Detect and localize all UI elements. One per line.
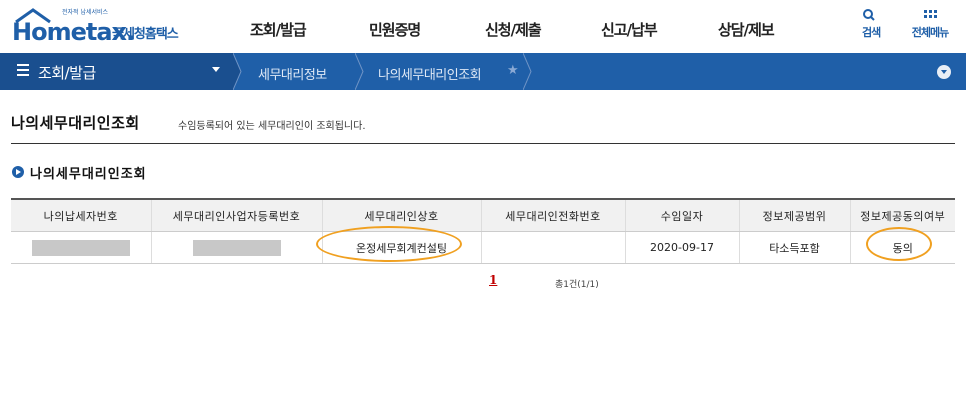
info-scope-cell: 타소득포함 [738, 231, 850, 264]
taxpayer-number-cell [11, 231, 151, 264]
hometax-logo[interactable]: 전자적 납세서비스 Hometax. 국세청홈택스 [10, 6, 200, 46]
hamburger-icon [17, 64, 29, 76]
table-row: 온정세무회계컨설팅 2020-09-17 타소득포함 동의 [11, 231, 955, 264]
column-header: 세무대리인사업자등록번호 [150, 198, 322, 232]
breadcrumb-separator-icon [523, 53, 532, 90]
column-header: 수임일자 [624, 198, 739, 232]
all-menu-button[interactable]: 전체메뉴 [906, 8, 954, 40]
agent-name-highlight [316, 226, 462, 262]
agent-table: 나의납세자번호 세무대리인사업자등록번호 세무대리인상호 세무대리인전화번호 수… [11, 198, 955, 264]
expand-chevron-icon[interactable] [937, 65, 951, 79]
logo-korean-text: 국세청홈택스 [112, 27, 179, 42]
main-nav-item-consult[interactable]: 상담/제보 [718, 19, 775, 40]
masked-taxpayer-number [31, 239, 130, 256]
page-description: 수임등록되어 있는 세무대리인이 조회됩니다. [178, 121, 366, 132]
section-title: 나의세무대리인조회 [30, 167, 147, 182]
favorite-star-icon[interactable]: ★ [507, 63, 519, 78]
logo-tagline: 전자적 납세서비스 [62, 9, 109, 16]
grid-menu-icon [924, 10, 937, 18]
breadcrumb-item-agent-info[interactable]: 세무대리정보 [258, 64, 327, 83]
breadcrumb-separator-icon [355, 53, 364, 90]
search-icon [863, 9, 875, 21]
page-link-current[interactable]: 1 [489, 273, 497, 287]
section-bullet-icon [12, 166, 24, 178]
all-menu-label: 전체메뉴 [911, 26, 949, 39]
table-header-row: 나의납세자번호 세무대리인사업자등록번호 세무대리인상호 세무대리인전화번호 수… [11, 198, 955, 232]
main-nav-item-lookup[interactable]: 조회/발급 [250, 19, 307, 40]
agent-phone-cell [480, 231, 625, 264]
breadcrumb-separator-icon [233, 53, 242, 90]
main-nav-item-report-pay[interactable]: 신고/납부 [601, 19, 658, 40]
sub-nav-bar: 조회/발급 세무대리정보 나의세무대리인조회 ★ [0, 53, 966, 90]
main-nav-item-apply[interactable]: 신청/제출 [485, 19, 542, 40]
column-header: 나의납세자번호 [11, 198, 151, 232]
appointment-date-cell: 2020-09-17 [624, 231, 739, 264]
search-label: 검색 [862, 26, 881, 39]
column-header: 정보제공범위 [738, 198, 850, 232]
caret-down-icon [212, 67, 220, 72]
main-nav-item-certificate[interactable]: 민원증명 [369, 19, 421, 40]
top-header: 전자적 납세서비스 Hometax. 국세청홈택스 조회/발급 민원증명 신청/… [0, 0, 966, 53]
sub-menu-title: 조회/발급 [38, 64, 96, 82]
page-title: 나의세무대리인조회 [11, 114, 140, 132]
pagination-total: 총1건(1/1) [555, 280, 599, 290]
agent-registration-cell [150, 231, 322, 264]
column-header: 세무대리인전화번호 [480, 198, 625, 232]
consent-highlight [866, 227, 932, 261]
title-divider [11, 143, 955, 144]
search-button[interactable]: 검색 [862, 8, 881, 40]
masked-agent-registration-number [192, 239, 281, 256]
breadcrumb-item-my-agent[interactable]: 나의세무대리인조회 [378, 64, 482, 83]
sub-menu-dropdown[interactable]: 조회/발급 [0, 53, 233, 90]
